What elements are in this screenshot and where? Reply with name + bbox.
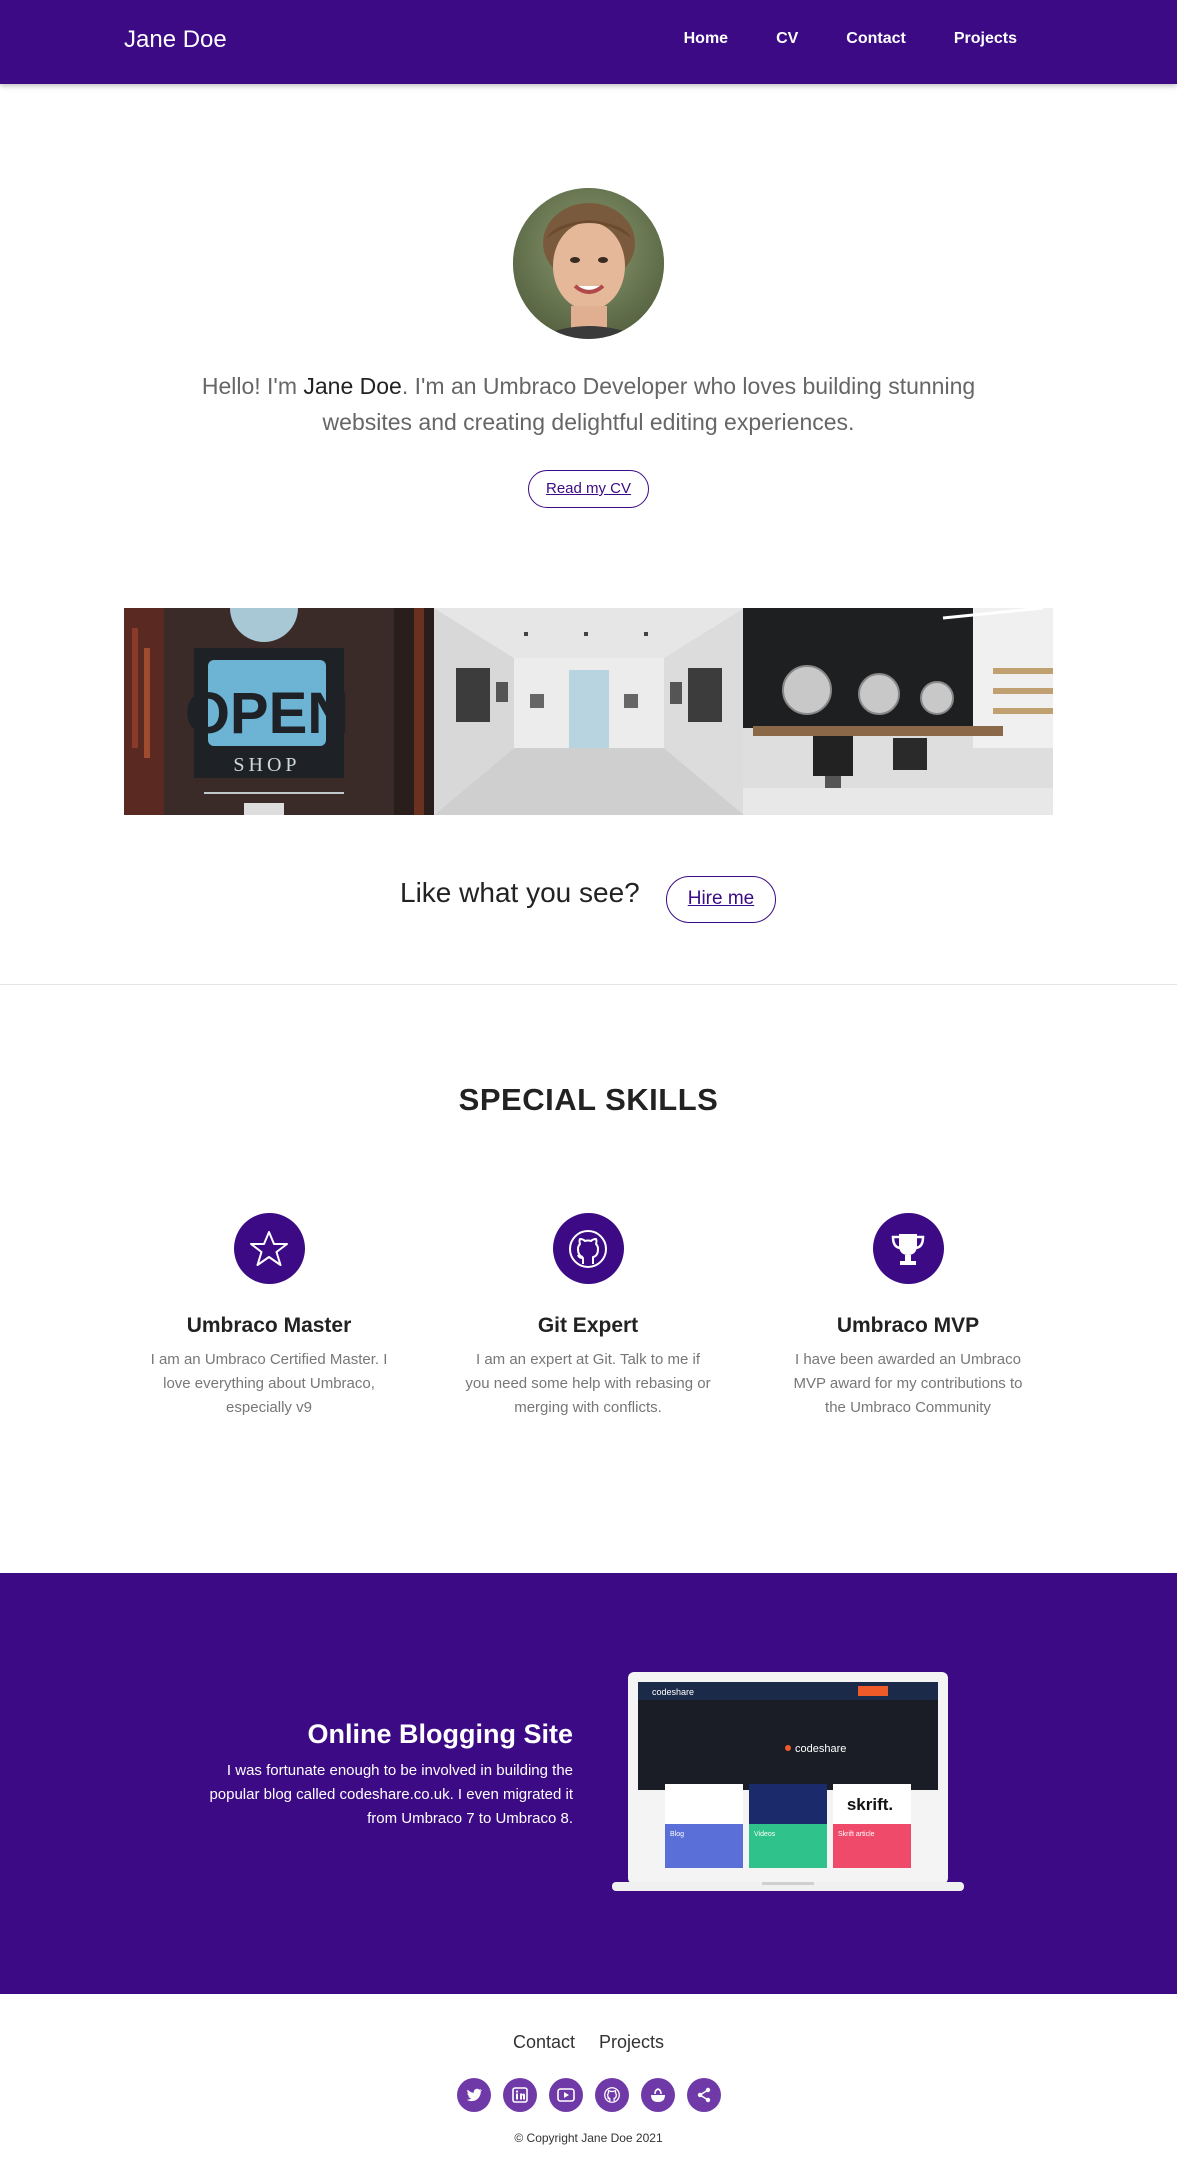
- screen-logo: codeshare: [795, 1743, 846, 1755]
- gallery-image-shop[interactable]: OPEN SHOP: [124, 608, 434, 815]
- brand-link[interactable]: Jane Doe: [124, 26, 227, 54]
- nav-contact[interactable]: Contact: [846, 30, 906, 48]
- shop-sign-text: OPEN: [185, 681, 349, 746]
- youtube-icon[interactable]: [548, 2078, 583, 2112]
- footer-link-projects[interactable]: Projects: [599, 2032, 664, 2053]
- skill-name: Git Expert: [537, 1314, 639, 1337]
- github-icon: [552, 1213, 624, 1284]
- footer-link-contact[interactable]: Contact: [513, 2032, 575, 2053]
- intro-greeting: Hello! I'm: [201, 373, 304, 399]
- skill-description: I have been awarded an Umbraco MVP award…: [793, 1351, 1023, 1416]
- screen-card-skrift: Skrift article: [838, 1831, 875, 1838]
- skill-description: I am an expert at Git. Talk to me if you…: [465, 1351, 711, 1416]
- feature-description: I was fortunate enough to be involved in…: [209, 1762, 573, 1827]
- skills-heading: SPECIAL SKILLS: [458, 1082, 719, 1117]
- feature-title: Online Blogging Site: [307, 1719, 574, 1749]
- skill-card: Umbraco MVP I have been awarded an Umbra…: [778, 1213, 1038, 1420]
- skill-name: Umbraco MVP: [836, 1314, 980, 1337]
- screen-card-blog: Blog: [670, 1831, 684, 1838]
- read-cv-button[interactable]: Read my CV: [528, 470, 649, 508]
- github-icon[interactable]: [594, 2078, 629, 2112]
- section-divider: [0, 984, 1177, 985]
- skill-card: Umbraco Master I am an Umbraco Certified…: [139, 1213, 399, 1420]
- intro-tagline: . I'm an Umbraco Developer who loves bui…: [322, 373, 976, 435]
- cta-text: Like what you see?: [400, 877, 640, 908]
- profile-avatar: [513, 188, 664, 339]
- trophy-icon: [872, 1213, 944, 1284]
- navbar: Jane Doe Home CV Contact Projects: [0, 0, 1177, 84]
- twitter-icon[interactable]: [456, 2078, 491, 2112]
- skill-description: I am an Umbraco Certified Master. I love…: [150, 1351, 388, 1416]
- project-gallery: OPEN SHOP: [124, 608, 1054, 815]
- screen-skrift: skrift.: [847, 1795, 893, 1814]
- footer-nav: Contact Projects: [0, 2032, 1177, 2053]
- skill-name: Umbraco Master: [186, 1314, 352, 1337]
- nav-cv[interactable]: CV: [776, 30, 798, 48]
- main-nav: Home CV Contact Projects: [684, 30, 1017, 48]
- screen-logo-small: codeshare: [652, 1687, 694, 1697]
- social-links: [0, 2078, 1177, 2112]
- intro-text: Hello! I'm Jane Doe. I'm an Umbraco Deve…: [170, 368, 1007, 440]
- nav-projects[interactable]: Projects: [954, 30, 1017, 48]
- intro-name: Jane Doe: [303, 373, 402, 399]
- feature-section: Online Blogging Site I was fortunate eno…: [0, 1573, 1177, 1994]
- umbraco-icon[interactable]: [640, 2078, 675, 2112]
- screen-card-videos: Videos: [754, 1831, 776, 1838]
- shop-sub-text: SHOP: [233, 754, 300, 776]
- nav-home[interactable]: Home: [684, 30, 728, 48]
- hire-me-button[interactable]: Hire me: [666, 876, 776, 923]
- laptop-mockup[interactable]: codeshare codeshare skrift. Blog Videos …: [612, 1672, 964, 1893]
- share-icon[interactable]: [686, 2078, 721, 2112]
- skill-card: Git Expert I am an expert at Git. Talk t…: [458, 1213, 718, 1420]
- gallery-image-gallery[interactable]: [433, 608, 744, 815]
- linkedin-icon[interactable]: [502, 2078, 537, 2112]
- star-icon: [233, 1213, 305, 1284]
- gallery-image-salon[interactable]: [743, 608, 1054, 815]
- copyright-text: © Copyright Jane Doe 2021: [514, 2131, 663, 2145]
